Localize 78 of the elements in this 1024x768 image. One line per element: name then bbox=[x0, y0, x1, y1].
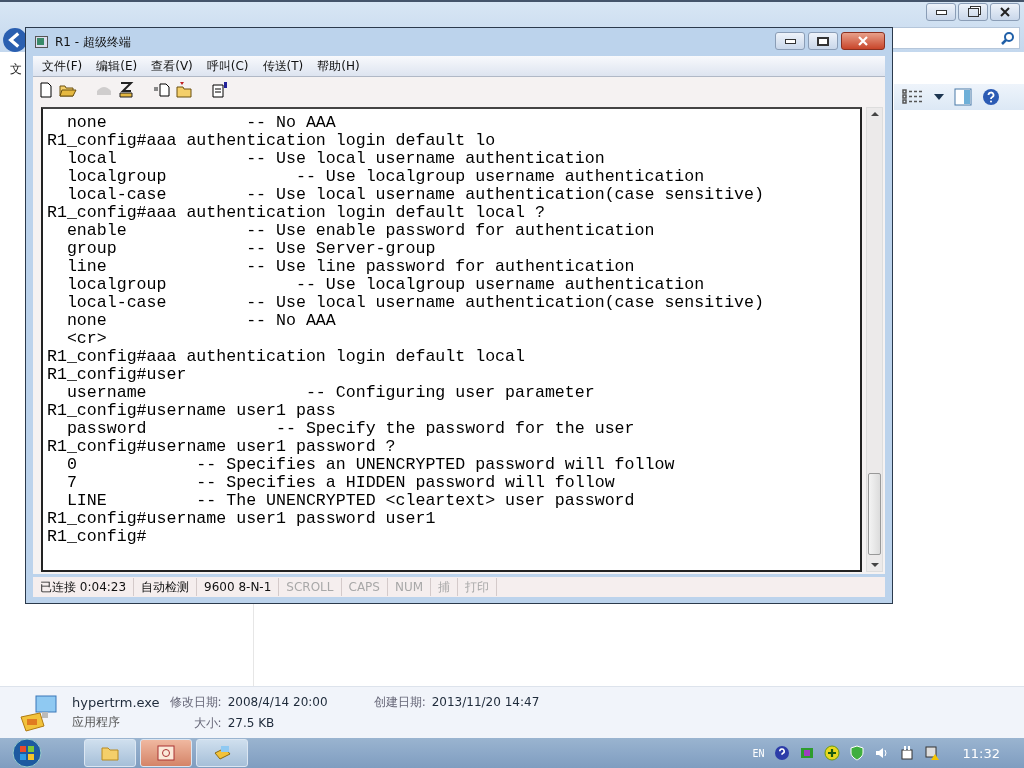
back-button[interactable] bbox=[2, 27, 28, 53]
app-icon bbox=[35, 36, 49, 48]
vertical-scrollbar[interactable] bbox=[866, 107, 883, 572]
restore-button[interactable] bbox=[958, 3, 988, 21]
terminal-line: R1_config#aaa authentication login default lo bbox=[47, 132, 497, 150]
status-field: 已连接 0:04:23 bbox=[33, 578, 135, 596]
terminal-line: localgroup -- Use localgroup username authentication bbox=[65, 276, 706, 294]
terminal-line: R1_config#aaa authentication login default local bbox=[47, 348, 526, 366]
terminal-line: none -- No AAA bbox=[65, 312, 337, 330]
search-icon bbox=[1001, 31, 1015, 45]
menu-item[interactable]: 文 bbox=[10, 61, 22, 78]
terminal-line: 0 -- Specifies an UNENCRYPTED password will follow bbox=[65, 456, 676, 474]
terminal-line: <cr> bbox=[65, 330, 108, 348]
field-value: 2013/11/20 14:47 bbox=[431, 695, 540, 709]
status-field: 打印 bbox=[458, 578, 498, 596]
taskbar-button[interactable] bbox=[140, 739, 192, 767]
status-field: SCROLL bbox=[279, 578, 342, 596]
caret-icon[interactable] bbox=[934, 94, 944, 100]
menu-item[interactable]: 查看(V) bbox=[144, 57, 200, 75]
terminal-line: password -- Specify the password for the user bbox=[65, 420, 636, 438]
terminal-line: group -- Use Server-group bbox=[65, 240, 437, 258]
file-type: 应用程序 bbox=[72, 713, 121, 731]
menu-item[interactable]: 编辑(E) bbox=[89, 57, 145, 75]
menu-item[interactable]: 呼叫(C) bbox=[199, 57, 256, 75]
terminal-line: local-case -- Use local username authentication(case sensitive) bbox=[65, 186, 765, 204]
terminal-line: localgroup -- Use localgroup username authentication bbox=[65, 168, 706, 186]
speaker-icon[interactable] bbox=[873, 745, 890, 761]
terminal-line: username -- Configuring user parameter bbox=[65, 384, 596, 402]
terminal-line: R1_config#username user1 pass bbox=[47, 402, 337, 420]
terminal-line: line -- Use line password for authentication bbox=[65, 258, 636, 276]
minimize-button[interactable] bbox=[926, 3, 956, 21]
send-file-icon[interactable] bbox=[153, 81, 171, 99]
terminal-line: R1_config#username user1 password ? bbox=[47, 438, 397, 456]
minimize-button[interactable] bbox=[775, 32, 805, 50]
plus-icon[interactable] bbox=[823, 745, 840, 761]
status-field: 捕 bbox=[431, 578, 459, 596]
maximize-button[interactable] bbox=[808, 32, 838, 50]
field-value: 27.5 KB bbox=[227, 716, 276, 730]
terminal-line: LINE -- The UNENCRYPTED <cleartext> user password bbox=[65, 492, 636, 510]
field-label: 大小: bbox=[192, 714, 222, 732]
view-list-icon[interactable] bbox=[902, 89, 924, 105]
folder-icon bbox=[101, 745, 119, 761]
file-name: hypertrm.exe bbox=[72, 694, 160, 710]
menu-item[interactable]: 传送(T) bbox=[255, 57, 311, 75]
window-icon bbox=[157, 745, 175, 761]
search-field[interactable] bbox=[892, 27, 1020, 49]
status-field: 自动检测 bbox=[134, 578, 198, 596]
terminal-line: local-case -- Use local username authentication(case sensitive) bbox=[65, 294, 765, 312]
help-icon[interactable] bbox=[773, 745, 790, 761]
window-title: R1 - 超级终端 bbox=[55, 33, 131, 51]
help-icon[interactable] bbox=[982, 88, 1000, 106]
receive-file-icon[interactable] bbox=[175, 81, 193, 99]
start-button[interactable] bbox=[10, 738, 44, 768]
close-button[interactable] bbox=[990, 3, 1020, 21]
menu-item[interactable]: 帮助(H) bbox=[310, 57, 367, 75]
status-field: CAPS bbox=[341, 578, 388, 596]
close-button[interactable] bbox=[841, 32, 885, 50]
network-warning-icon[interactable] bbox=[923, 745, 940, 761]
shield-icon[interactable] bbox=[848, 745, 865, 761]
power-plug-icon[interactable] bbox=[898, 745, 915, 761]
terminal-line: R1_config#user bbox=[47, 366, 188, 384]
status-field: NUM bbox=[387, 578, 432, 596]
terminal-line: local -- Use local username authentication bbox=[65, 150, 606, 168]
terminal-line: 7 -- Specifies a HIDDEN password will follow bbox=[65, 474, 616, 492]
terminal-line: R1_config# bbox=[47, 528, 148, 546]
new-file-icon[interactable] bbox=[37, 81, 55, 99]
terminal-line: none -- No AAA bbox=[65, 114, 337, 132]
field-label: 创建日期: bbox=[373, 693, 426, 711]
terminal-line: enable -- Use enable password for authentication bbox=[65, 222, 656, 240]
field-value: 2008/4/14 20:00 bbox=[227, 695, 329, 709]
terminal-line: R1_config#username user1 password user1 bbox=[47, 510, 437, 528]
close-icon bbox=[858, 36, 868, 46]
terminal-line: R1_config#aaa authentication login default local ? bbox=[47, 204, 546, 222]
field-label: 修改日期: bbox=[169, 693, 222, 711]
menu-item[interactable]: 文件(F) bbox=[35, 57, 90, 75]
status-field: 9600 8-N-1 bbox=[197, 578, 280, 596]
properties-icon[interactable] bbox=[211, 81, 229, 99]
close-icon bbox=[1000, 7, 1010, 17]
